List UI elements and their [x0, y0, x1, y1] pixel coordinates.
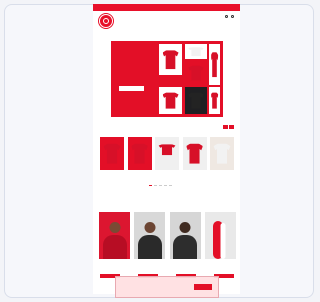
storefront-page [93, 4, 240, 294]
hero-product-tile[interactable] [209, 44, 220, 85]
popup-action-button[interactable] [194, 284, 212, 290]
product-card[interactable] [182, 137, 207, 171]
product-card[interactable] [127, 137, 152, 171]
main-navigation [120, 15, 216, 18]
gallery-card[interactable] [99, 212, 130, 259]
product-card[interactable] [155, 137, 179, 171]
products-section-header [100, 125, 234, 129]
shirt-image [186, 143, 203, 164]
shirt-image [158, 143, 176, 156]
hero-product-tile[interactable] [159, 87, 182, 114]
product-image [127, 137, 152, 170]
shirt-image [188, 92, 204, 109]
product-carousel [100, 137, 234, 171]
product-image [182, 137, 207, 170]
cookie-popup [115, 276, 219, 298]
shirt-image [210, 51, 219, 78]
promo-topbar [93, 4, 240, 11]
person-torso [102, 235, 127, 259]
search-icon[interactable] [225, 15, 228, 18]
shirt-image [210, 92, 219, 109]
shirt-image [213, 143, 231, 164]
shirt-image [103, 143, 121, 164]
product-image [155, 137, 179, 170]
product-image [210, 137, 234, 170]
shirt-image [188, 65, 204, 81]
scarf-stripe [220, 223, 226, 259]
arrow-right-icon[interactable] [229, 125, 234, 129]
person-torso [173, 235, 198, 259]
featured-gallery [99, 212, 236, 259]
hero-product-tile[interactable] [185, 44, 207, 59]
site-header [93, 11, 240, 33]
product-image [100, 137, 124, 170]
gallery-card[interactable] [134, 212, 166, 259]
gallery-card[interactable] [169, 212, 201, 259]
hero-button[interactable] [119, 86, 144, 91]
arrow-left-icon[interactable] [223, 125, 228, 129]
shirt-image [188, 46, 204, 57]
product-card[interactable] [210, 137, 234, 171]
shirt-image [162, 49, 179, 70]
person-torso [137, 235, 162, 259]
pagination-dot[interactable] [159, 185, 162, 186]
pagination-dot[interactable] [149, 185, 152, 186]
pagination-dot[interactable] [169, 185, 172, 186]
person-head [109, 222, 120, 234]
account-icon[interactable] [231, 15, 234, 18]
person-head [144, 222, 156, 234]
product-card[interactable] [100, 137, 124, 171]
carousel-pagination [149, 185, 174, 186]
product-carousel-controls [222, 125, 234, 129]
logo-mark [103, 18, 109, 24]
pagination-dot[interactable] [164, 185, 167, 186]
hero-product-tile[interactable] [185, 87, 207, 114]
hero-product-tile[interactable] [209, 87, 220, 114]
shirt-image [131, 143, 148, 164]
person-head [179, 222, 191, 234]
logo-icon[interactable] [99, 14, 113, 28]
hero-banner[interactable] [111, 41, 223, 117]
shirt-image [162, 92, 179, 109]
hero-product-tile[interactable] [159, 44, 182, 75]
gallery-card[interactable] [204, 212, 236, 259]
pagination-dot[interactable] [154, 185, 157, 186]
hero-product-tile[interactable] [185, 61, 207, 85]
header-actions [222, 15, 234, 18]
